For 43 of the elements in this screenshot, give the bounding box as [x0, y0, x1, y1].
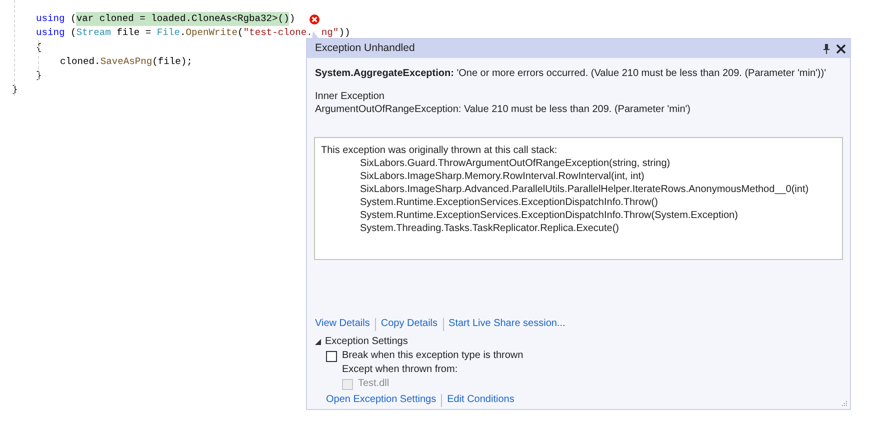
details-link[interactable]: Copy Details	[380, 317, 438, 331]
code-token: (	[70, 26, 76, 40]
code-token: using	[36, 12, 65, 26]
code-token: (	[70, 12, 76, 26]
code-token: )	[289, 12, 296, 26]
pin-icon[interactable]	[823, 44, 830, 54]
close-icon[interactable]	[836, 44, 846, 54]
details-link[interactable]: View Details	[315, 317, 370, 331]
checkbox[interactable]	[326, 350, 337, 362]
stack-frame: SixLabors.Guard.ThrowArgumentOutOfRangeException(string, string)	[321, 157, 836, 170]
checkbox-label: Test.dll	[358, 377, 390, 391]
details-link[interactable]: Start Live Share session...	[448, 317, 566, 331]
code-token: ng"	[321, 26, 339, 40]
code-token: ))	[338, 26, 350, 40]
code-token: var cloned = loaded.CloneAs<Rgba32>()	[76, 12, 290, 26]
exception-settings-title: Exception Settings	[325, 335, 408, 349]
checkbox-label: Break when this exception type is thrown	[342, 349, 524, 363]
code-token: OpenWrite	[186, 26, 238, 40]
call-stack-heading: This exception was originally thrown at this call stack:	[321, 144, 558, 157]
code-token: File	[156, 26, 180, 40]
error-icon	[309, 14, 320, 25]
code-token: Stream	[76, 26, 111, 40]
code-token: .	[180, 26, 186, 40]
stack-frame: System.Runtime.ExceptionServices.ExceptionDispatchInfo.Throw()	[321, 196, 836, 209]
popup-title: Exception Unhandled	[315, 40, 415, 56]
code-token: (	[238, 26, 244, 40]
code-token: file =	[116, 26, 152, 40]
inner-exception-message: ArgumentOutOfRangeException: Value 210 must be less than 209. (Parameter 'min')	[315, 103, 692, 116]
code-token: (file);	[152, 54, 192, 69]
stack-frame: System.Threading.Tasks.TaskReplicator.Replica.Execute()	[321, 222, 836, 235]
stack-frame: SixLabors.ImageSharp.Memory.RowInterval.RowInterval(int, int)	[321, 170, 836, 183]
settings-link[interactable]: Open Exception Settings	[326, 393, 436, 407]
exception-message: System.AggregateException: 'One or more errors occurred. (Value 210 must be less than 209. (Parameter 'min'))'	[315, 67, 827, 81]
except-label: Except when thrown from:	[341, 363, 459, 377]
code-token: "test-clone.	[243, 26, 312, 40]
code-token: SaveAsPng	[100, 54, 152, 69]
stack-frame: System.Runtime.ExceptionServices.ExceptionDispatchInfo.Throw(System.Exception)	[321, 209, 836, 222]
stack-frame: SixLabors.ImageSharp.Advanced.ParallelUtils.ParallelHelper.IterateRows.AnonymousMethod__0(int)	[321, 183, 836, 196]
inner-exception-label: Inner Exception	[315, 90, 386, 103]
expander-icon[interactable]	[315, 339, 321, 345]
code-token: using	[36, 26, 65, 40]
settings-link[interactable]: Edit Conditions	[447, 393, 514, 407]
code-token: cloned.	[60, 54, 100, 69]
